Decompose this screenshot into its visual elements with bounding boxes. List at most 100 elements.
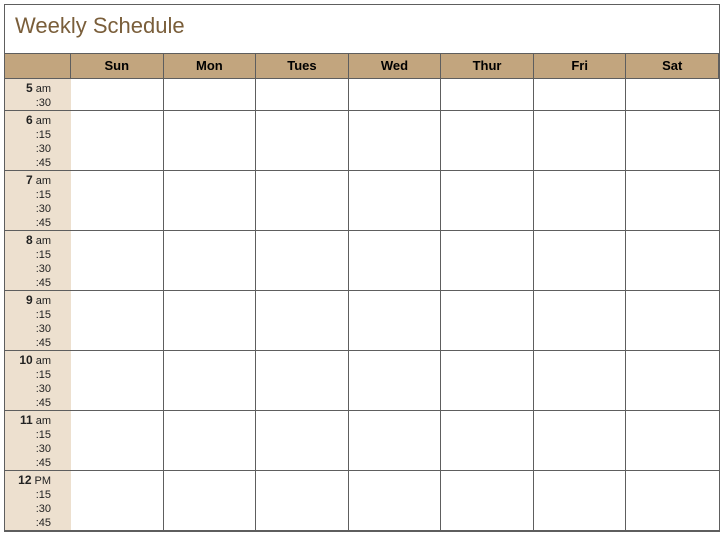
schedule-cell[interactable] bbox=[256, 471, 349, 531]
hour-value: 9 bbox=[17, 293, 33, 307]
schedule-cell[interactable] bbox=[164, 111, 257, 171]
schedule-cell[interactable] bbox=[164, 351, 257, 411]
minute-label: :30 bbox=[5, 502, 71, 516]
schedule-cell[interactable] bbox=[256, 291, 349, 351]
schedule-cell[interactable] bbox=[256, 171, 349, 231]
schedule-cell[interactable] bbox=[534, 291, 627, 351]
schedule-page: Weekly Schedule SunMonTuesWedThurFriSat5… bbox=[4, 4, 720, 532]
hour-suffix: am bbox=[36, 414, 51, 428]
schedule-cell[interactable] bbox=[349, 351, 442, 411]
schedule-cell[interactable] bbox=[534, 111, 627, 171]
schedule-cell[interactable] bbox=[441, 351, 534, 411]
time-label: 10am:15:30:45 bbox=[5, 351, 71, 411]
schedule-cell[interactable] bbox=[164, 171, 257, 231]
schedule-cell[interactable] bbox=[626, 291, 719, 351]
schedule-cell[interactable] bbox=[534, 471, 627, 531]
schedule-cell[interactable] bbox=[256, 411, 349, 471]
schedule-cell[interactable] bbox=[534, 231, 627, 291]
schedule-cell[interactable] bbox=[256, 111, 349, 171]
minute-label: :15 bbox=[5, 428, 71, 442]
schedule-cell[interactable] bbox=[441, 471, 534, 531]
hour-suffix: am bbox=[36, 354, 51, 368]
minute-label: :15 bbox=[5, 368, 71, 382]
schedule-cell[interactable] bbox=[626, 471, 719, 531]
schedule-cell[interactable] bbox=[71, 291, 164, 351]
schedule-cell[interactable] bbox=[441, 291, 534, 351]
header-corner bbox=[5, 53, 71, 79]
schedule-cell[interactable] bbox=[164, 231, 257, 291]
schedule-cell[interactable] bbox=[534, 79, 627, 111]
minute-label: :30 bbox=[5, 382, 71, 396]
hour-value: 10 bbox=[17, 353, 33, 367]
minute-label: :15 bbox=[5, 248, 71, 262]
hour-suffix: am bbox=[36, 82, 51, 96]
schedule-cell[interactable] bbox=[164, 411, 257, 471]
schedule-cell[interactable] bbox=[349, 171, 442, 231]
schedule-cell[interactable] bbox=[441, 171, 534, 231]
schedule-cell[interactable] bbox=[71, 471, 164, 531]
schedule-cell[interactable] bbox=[534, 351, 627, 411]
schedule-cell[interactable] bbox=[626, 111, 719, 171]
minute-label: :45 bbox=[5, 516, 71, 530]
minute-label: :45 bbox=[5, 216, 71, 230]
schedule-cell[interactable] bbox=[626, 231, 719, 291]
schedule-cell[interactable] bbox=[349, 231, 442, 291]
schedule-cell[interactable] bbox=[71, 351, 164, 411]
page-title: Weekly Schedule bbox=[5, 5, 719, 53]
time-label: 11am:15:30:45 bbox=[5, 411, 71, 471]
hour-value: 8 bbox=[17, 233, 33, 247]
minute-label: :45 bbox=[5, 156, 71, 170]
hour-value: 5 bbox=[17, 81, 33, 95]
hour-value: 11 bbox=[17, 413, 33, 427]
schedule-cell[interactable] bbox=[441, 111, 534, 171]
schedule-cell[interactable] bbox=[71, 171, 164, 231]
schedule-cell[interactable] bbox=[441, 231, 534, 291]
day-header: Sun bbox=[71, 53, 164, 79]
schedule-cell[interactable] bbox=[349, 79, 442, 111]
day-header: Wed bbox=[349, 53, 442, 79]
schedule-cell[interactable] bbox=[71, 231, 164, 291]
minute-label: :30 bbox=[5, 142, 71, 156]
time-label: 9am:15:30:45 bbox=[5, 291, 71, 351]
schedule-cell[interactable] bbox=[256, 351, 349, 411]
schedule-cell[interactable] bbox=[71, 411, 164, 471]
schedule-cell[interactable] bbox=[626, 79, 719, 111]
schedule-cell[interactable] bbox=[349, 411, 442, 471]
schedule-cell[interactable] bbox=[256, 231, 349, 291]
day-header: Thur bbox=[441, 53, 534, 79]
schedule-cell[interactable] bbox=[441, 411, 534, 471]
time-label: 12PM:15:30:45 bbox=[5, 471, 71, 531]
schedule-cell[interactable] bbox=[164, 79, 257, 111]
schedule-cell[interactable] bbox=[349, 291, 442, 351]
schedule-cell[interactable] bbox=[71, 79, 164, 111]
schedule-cell[interactable] bbox=[534, 411, 627, 471]
hour-suffix: am bbox=[36, 294, 51, 308]
schedule-cell[interactable] bbox=[534, 171, 627, 231]
schedule-cell[interactable] bbox=[349, 471, 442, 531]
schedule-cell[interactable] bbox=[626, 171, 719, 231]
day-header: Fri bbox=[534, 53, 627, 79]
minute-label: :15 bbox=[5, 188, 71, 202]
hour-suffix: PM bbox=[35, 474, 52, 488]
hour-value: 12 bbox=[16, 473, 32, 487]
schedule-cell[interactable] bbox=[349, 111, 442, 171]
schedule-cell[interactable] bbox=[626, 411, 719, 471]
minute-label: :15 bbox=[5, 308, 71, 322]
hour-suffix: am bbox=[36, 174, 51, 188]
schedule-cell[interactable] bbox=[256, 79, 349, 111]
minute-label: :30 bbox=[5, 202, 71, 216]
schedule-cell[interactable] bbox=[71, 111, 164, 171]
schedule-cell[interactable] bbox=[164, 291, 257, 351]
minute-label: :45 bbox=[5, 276, 71, 290]
day-header: Mon bbox=[164, 53, 257, 79]
schedule-cell[interactable] bbox=[626, 351, 719, 411]
schedule-cell[interactable] bbox=[164, 471, 257, 531]
hour-suffix: am bbox=[36, 114, 51, 128]
minute-label: :30 bbox=[5, 442, 71, 456]
time-label: 6am:15:30:45 bbox=[5, 111, 71, 171]
hour-suffix: am bbox=[36, 234, 51, 248]
schedule-cell[interactable] bbox=[441, 79, 534, 111]
time-label: 7am:15:30:45 bbox=[5, 171, 71, 231]
minute-label: :15 bbox=[5, 488, 71, 502]
time-label: 5am:30 bbox=[5, 79, 71, 111]
